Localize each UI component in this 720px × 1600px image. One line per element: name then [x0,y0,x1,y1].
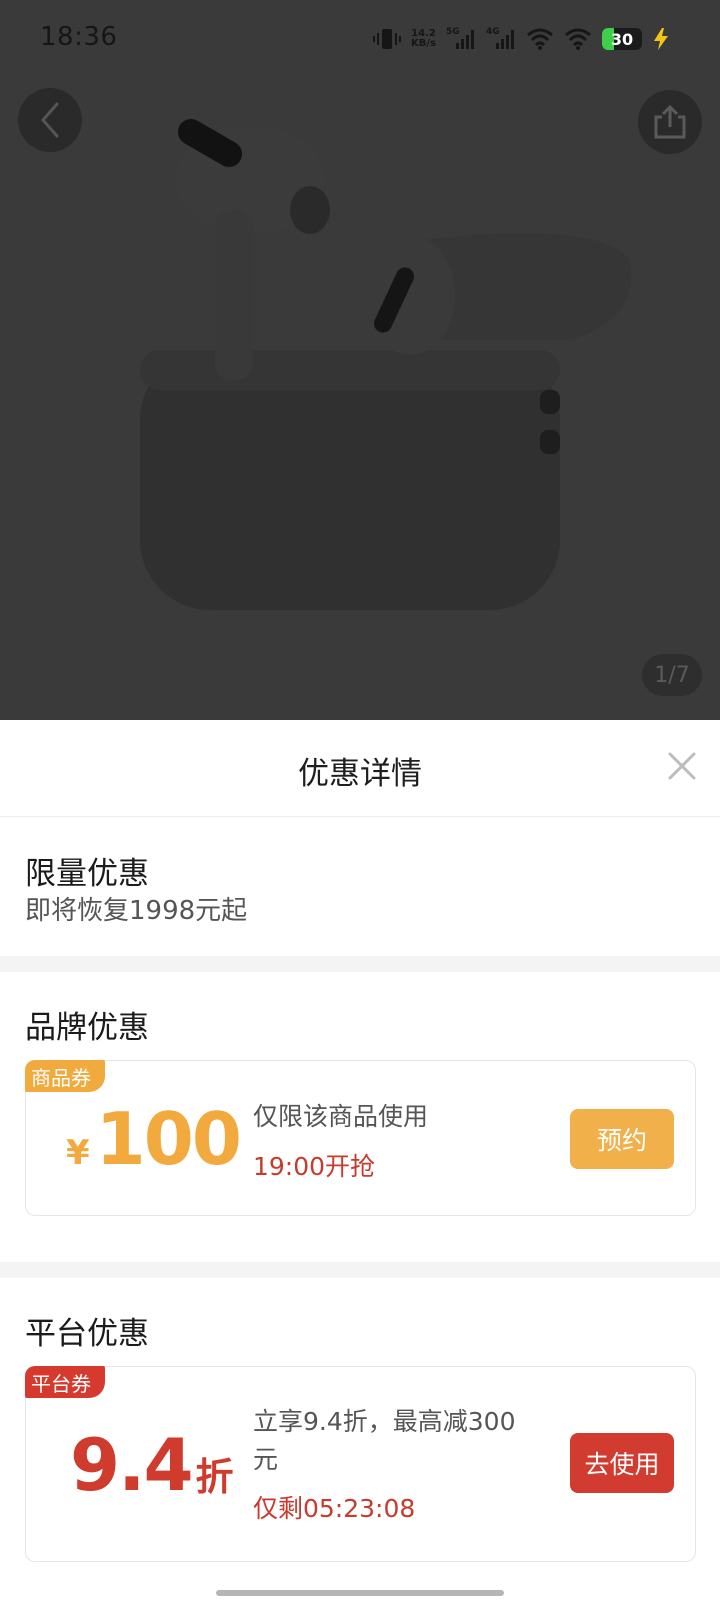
coupon-countdown: 仅剩05:23:08 [253,1494,416,1523]
back-button[interactable] [18,88,82,152]
sheet-title: 优惠详情 [298,756,422,792]
product-coupon-card: 商品券 ¥ 100 仅限该商品使用 19:00开抢 预约 [25,1060,696,1216]
status-time: 18:36 [40,22,118,52]
signal-5g-icon: 5G [446,27,476,51]
chevron-left-icon [41,102,59,138]
discount-details-sheet: 优惠详情 限量优惠 即将恢复1998元起 品牌优惠 商品券 ¥ 100 仅限该商… [0,720,720,1600]
battery-level: 30 [610,29,634,49]
page-indicator: 1/7 [642,654,702,696]
wifi-icon [527,28,553,50]
platform-offer-title: 平台优惠 [25,1316,149,1352]
wifi-icon [565,28,591,50]
product-image [140,119,632,610]
coupon-value: 100 [95,1097,242,1181]
limited-offer-section: 限量优惠 即将恢复1998元起 [0,818,720,956]
platform-coupon-card: 平台券 9.4 折 立享9.4折，最高减300 元 仅剩05:23:08 去使用 [25,1366,696,1562]
share-icon [654,104,686,139]
coupon-description-line2: 元 [253,1445,279,1474]
product-gallery[interactable]: 18:36 14.2 KB/s 5G 4G 30 1/7 [0,0,720,720]
coupon-description: 仅限该商品使用 [253,1102,429,1131]
reserve-button[interactable]: 预约 [570,1109,674,1169]
network-speed: 14.2 KB/s [411,29,436,49]
section-divider [0,1262,720,1278]
battery-icon: 30 [602,28,642,50]
sheet-header: 优惠详情 [0,720,720,817]
share-button[interactable] [638,90,702,154]
coupon-amount: ¥ 100 [66,1097,242,1181]
speed-unit: KB/s [411,38,436,49]
vibrate-icon [373,29,402,49]
coupon-tag: 平台券 [25,1366,105,1398]
status-bar: 18:36 14.2 KB/s 5G 4G 30 [0,0,720,76]
charging-bolt-icon [654,28,668,50]
limited-offer-title: 限量优惠 [25,856,149,892]
currency-symbol: ¥ [66,1133,90,1173]
use-now-button[interactable]: 去使用 [570,1433,674,1493]
coupon-tag: 商品券 [25,1060,105,1092]
discount-value: 9.4 [70,1423,194,1507]
coupon-description-line1: 立享9.4折，最高减300 [253,1407,516,1436]
home-indicator[interactable] [216,1590,504,1596]
discount-unit: 折 [195,1455,234,1499]
limited-offer-subtitle: 即将恢复1998元起 [25,896,248,926]
signal-4g-icon: 4G [486,27,516,51]
section-divider [0,956,720,972]
close-icon[interactable] [666,750,698,782]
brand-offer-section: 品牌优惠 商品券 ¥ 100 仅限该商品使用 19:00开抢 预约 [0,972,720,1262]
platform-offer-section: 平台优惠 平台券 9.4 折 立享9.4折，最高减300 元 仅剩05:23:0… [0,1278,720,1600]
coupon-start-time: 19:00开抢 [253,1152,376,1181]
coupon-discount: 9.4 折 [70,1423,234,1507]
status-icons: 14.2 KB/s 5G 4G 30 [373,24,670,54]
coupon-description: 立享9.4折，最高减300 元 [253,1403,515,1479]
brand-offer-title: 品牌优惠 [25,1010,149,1046]
